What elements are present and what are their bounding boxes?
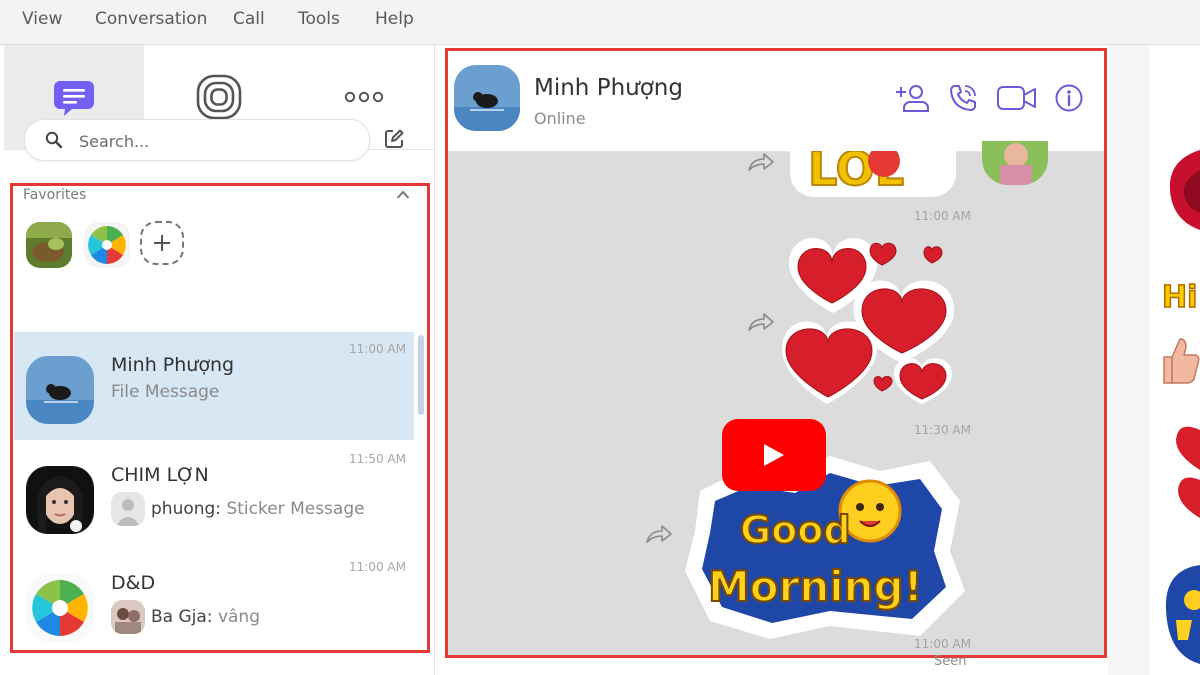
forward-icon[interactable] <box>644 523 674 545</box>
sender-avatar <box>111 600 145 634</box>
chat-name: Minh Phượng <box>111 354 235 376</box>
plus-icon <box>154 235 170 251</box>
message-time: 11:00 AM <box>914 209 971 223</box>
menu-call[interactable]: Call <box>233 9 265 29</box>
menu-view[interactable]: View <box>22 9 62 29</box>
video-call-icon[interactable] <box>996 83 1038 113</box>
avatar-photo <box>26 222 72 268</box>
avatar <box>26 466 94 534</box>
chat-preview-text: Sticker Message <box>226 499 365 519</box>
svg-text:Morning!: Morning! <box>708 562 923 611</box>
chat-preview: Ba Gja: vâng <box>111 600 260 634</box>
seen-indicator: Seen <box>934 654 967 669</box>
chat-sender: phuong: <box>151 499 222 519</box>
search-input[interactable] <box>77 126 351 156</box>
chat-preview: phuong: Sticker Message <box>111 492 365 526</box>
sticker-lol[interactable]: LOL <box>788 151 968 199</box>
chat-name: CHIM LỢN <box>111 464 209 486</box>
menu-conversation[interactable]: Conversation <box>95 9 207 29</box>
youtube-play-button[interactable] <box>722 419 826 491</box>
sticker-thumb-thumbsup[interactable] <box>1162 335 1200 385</box>
sender-avatar <box>111 492 145 526</box>
avatar <box>26 574 94 642</box>
forward-icon[interactable] <box>746 151 776 173</box>
add-favorite-button[interactable] <box>140 221 184 265</box>
chat-list-scrollbar[interactable] <box>418 335 424 415</box>
sticker-panel: Hi <box>1108 45 1200 675</box>
favorites-title: Favorites <box>23 187 87 203</box>
conversation-header: Minh Phượng Online <box>448 51 1104 152</box>
more-icon <box>344 91 384 103</box>
info-icon[interactable] <box>1054 83 1084 113</box>
chevron-up-icon[interactable] <box>396 190 410 199</box>
sticker-thumb-hearts[interactable] <box>1158 410 1200 520</box>
avatar-swirl <box>84 222 130 268</box>
chat-time: 11:00 AM <box>349 342 406 356</box>
menu-tools[interactable]: Tools <box>298 9 340 29</box>
explore-icon <box>196 74 242 120</box>
compose-icon[interactable] <box>383 128 405 150</box>
message-time: 11:00 AM <box>914 637 971 651</box>
menu-help[interactable]: Help <box>375 9 414 29</box>
sticker-hearts[interactable] <box>782 229 972 409</box>
chat-item-dd[interactable]: D&D Ba Gja: vâng 11:00 AM <box>14 550 414 658</box>
search-box <box>24 119 370 161</box>
forward-icon[interactable] <box>746 311 776 333</box>
message-time: 11:30 AM <box>914 423 971 437</box>
sticker-thumb-hi[interactable]: Hi <box>1160 275 1200 315</box>
conversation-panel: Minh Phượng Online LOL 11:00 AM 11:30 AM… <box>445 48 1107 658</box>
chat-name: D&D <box>111 572 156 594</box>
sender-avatar-thumb <box>982 141 1048 185</box>
chat-preview: File Message <box>111 382 220 402</box>
chat-item-minh-phuong[interactable]: Minh Phượng File Message 11:00 AM <box>14 332 414 440</box>
favorite-avatar-1[interactable] <box>26 222 72 268</box>
add-participant-icon[interactable] <box>896 83 930 115</box>
svg-text:Good: Good <box>740 508 851 552</box>
chat-item-chim-lon[interactable]: CHIM LỢN phuong: Sticker Message 11:50 A… <box>14 442 414 550</box>
contact-name: Minh Phượng <box>534 75 683 101</box>
favorite-avatar-2[interactable] <box>84 222 130 268</box>
contact-status: Online <box>534 109 586 128</box>
search-icon <box>45 131 63 149</box>
phone-call-icon[interactable] <box>948 83 978 113</box>
chat-preview-text: vâng <box>217 607 260 627</box>
chat-bubble-icon <box>54 81 94 116</box>
chat-time: 11:50 AM <box>349 452 406 466</box>
play-icon <box>764 444 784 466</box>
chat-sender: Ba Gja: <box>151 607 213 627</box>
sticker-thumb-good-morning[interactable] <box>1158 560 1200 670</box>
avatar <box>26 356 94 424</box>
menu-bar: View Conversation Call Tools Help <box>0 0 1200 45</box>
contact-avatar[interactable] <box>454 65 520 131</box>
message-area[interactable]: LOL 11:00 AM 11:30 AM Good Morning! 11:0… <box>448 141 1104 655</box>
chat-time: 11:00 AM <box>349 560 406 574</box>
sticker-thumb-rose[interactable] <box>1158 140 1200 240</box>
svg-text:Hi: Hi <box>1162 280 1197 315</box>
